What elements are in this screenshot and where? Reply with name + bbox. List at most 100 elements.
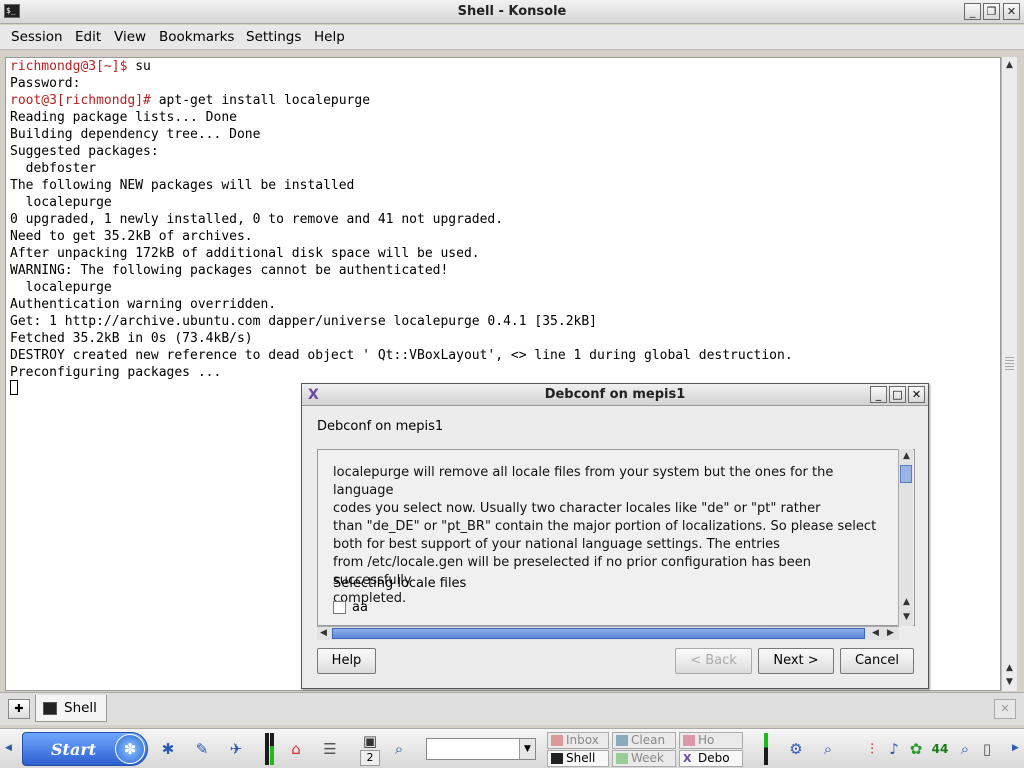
locale-checkbox-label[interactable]: aa bbox=[352, 600, 368, 615]
menu-help[interactable]: Help bbox=[314, 29, 345, 45]
memory-meter bbox=[270, 733, 274, 765]
terminal-line: debfoster bbox=[10, 160, 96, 177]
window-titlebar[interactable]: $_ Shell - Konsole _ ❐ ✕ bbox=[0, 0, 1024, 24]
task-label: Week bbox=[631, 751, 664, 765]
menu-session[interactable]: Session bbox=[11, 29, 63, 45]
scroll-right-icon[interactable]: ▶ bbox=[884, 627, 897, 639]
task-inbox[interactable]: Inbox bbox=[547, 732, 609, 749]
command-combo[interactable]: ▼ bbox=[426, 738, 536, 760]
window-title: Shell - Konsole bbox=[457, 4, 567, 19]
task-clean[interactable]: Clean bbox=[612, 732, 676, 749]
maximize-icon: ❐ bbox=[986, 5, 997, 18]
scrollbar-thumb[interactable] bbox=[332, 628, 865, 639]
scroll-up-icon[interactable]: ▲ bbox=[1002, 58, 1017, 72]
terminal-line: Need to get 35.2kB of archives. bbox=[10, 228, 253, 245]
editor-icon[interactable]: ✎ bbox=[192, 739, 212, 759]
terminal-scrollbar[interactable]: ▲ ▲ ▼ bbox=[1001, 57, 1017, 691]
start-button[interactable]: Start ✽ bbox=[22, 732, 148, 766]
task-label: Inbox bbox=[566, 733, 599, 747]
scrollbar-thumb[interactable] bbox=[900, 465, 912, 483]
description-line: both for best support of your national l… bbox=[333, 537, 780, 552]
task-home[interactable]: Ho bbox=[679, 732, 743, 749]
menu-settings[interactable]: Settings bbox=[246, 29, 301, 45]
window-icon bbox=[616, 735, 628, 746]
next-button[interactable]: Next > bbox=[758, 648, 834, 674]
panel-left-arrow-icon[interactable]: ◀ bbox=[1, 741, 16, 755]
lock-icon[interactable]: ▯ bbox=[977, 739, 997, 759]
update-icon[interactable]: ✿ bbox=[906, 739, 926, 759]
minimize-icon: _ bbox=[875, 388, 882, 401]
close-session-icon[interactable]: ✕ bbox=[994, 699, 1016, 719]
scroll-left-icon[interactable]: ◀ bbox=[317, 627, 330, 639]
signal-icon[interactable]: ⫶ bbox=[862, 739, 882, 759]
description-line: codes you select now. Usually two charac… bbox=[333, 501, 821, 516]
kde-icon[interactable]: ✱ bbox=[158, 739, 178, 759]
help-button[interactable]: Help bbox=[317, 648, 376, 674]
close-icon: ✕ bbox=[911, 388, 922, 401]
menu-view[interactable]: View bbox=[114, 29, 146, 45]
terminal-icon bbox=[43, 702, 57, 715]
scroll-down-icon[interactable]: ▼ bbox=[1002, 675, 1017, 689]
content-horizontal-scrollbar[interactable]: ◀ ◀ ▶ bbox=[317, 626, 899, 640]
minimize-icon: _ bbox=[969, 5, 976, 18]
desktop-number[interactable]: 2 bbox=[360, 750, 380, 766]
terminal-line: root@3[richmondg]# apt-get install local… bbox=[10, 92, 370, 109]
chevron-down-icon[interactable]: ▼ bbox=[519, 739, 535, 759]
back-button[interactable]: < Back bbox=[675, 648, 752, 674]
scroll-left-icon[interactable]: ◀ bbox=[869, 627, 882, 639]
terminal-line: Suggested packages: bbox=[10, 143, 159, 160]
tab-shell[interactable]: Shell bbox=[35, 695, 107, 722]
terminal-text: 0 upgraded, 1 newly installed, 0 to remo… bbox=[10, 212, 504, 227]
tab-label: Shell bbox=[64, 700, 97, 716]
scroll-up-icon[interactable]: ▲ bbox=[899, 595, 914, 609]
home-icon[interactable]: ⌂ bbox=[286, 739, 306, 759]
panel-right-arrow-icon[interactable]: ▶ bbox=[1008, 741, 1023, 755]
cancel-button[interactable]: Cancel bbox=[840, 648, 914, 674]
terminal-line: The following NEW packages will be insta… bbox=[10, 177, 354, 194]
task-week[interactable]: Week bbox=[612, 750, 676, 767]
terminal-text: Need to get 35.2kB of archives. bbox=[10, 229, 253, 244]
search-icon[interactable]: ⌕ bbox=[389, 739, 409, 759]
maximize-button[interactable]: ❐ bbox=[983, 3, 1000, 20]
task-debconf[interactable]: X Debo bbox=[679, 750, 743, 767]
file-manager-icon[interactable]: ☰ bbox=[320, 739, 340, 759]
menu-bookmarks[interactable]: Bookmarks bbox=[159, 29, 234, 45]
terminal-text: Building dependency tree... Done bbox=[10, 127, 261, 142]
network-meter bbox=[764, 733, 768, 765]
volume-icon[interactable]: ♪ bbox=[884, 739, 904, 759]
content-vertical-scrollbar[interactable]: ▲ ▲ ▼ bbox=[898, 449, 913, 626]
desktop-pager-icon[interactable]: ▣ bbox=[360, 731, 380, 751]
network-icon[interactable]: ⚙ bbox=[786, 739, 806, 759]
terminal-text: debfoster bbox=[10, 161, 97, 176]
terminal-text: Get: 1 http://archive.ubuntu.com dapper/… bbox=[10, 314, 597, 329]
terminal-text: Preconfiguring packages ... bbox=[10, 365, 222, 380]
dialog-maximize-button[interactable]: □ bbox=[889, 386, 906, 403]
terminal-line: 0 upgraded, 1 newly installed, 0 to remo… bbox=[10, 211, 503, 228]
network-tool-icon[interactable]: ✈ bbox=[226, 739, 246, 759]
menu-bar: Session Edit View Bookmarks Settings Hel… bbox=[0, 25, 1024, 50]
dialog-titlebar[interactable]: X Debconf on mepis1 _ □ ✕ bbox=[302, 384, 928, 406]
terminal-line: richmondg@3[~]$ su bbox=[10, 58, 151, 75]
scroll-up-icon[interactable]: ▲ bbox=[1002, 661, 1017, 675]
scrollbar-grip[interactable] bbox=[1005, 357, 1014, 371]
close-button[interactable]: ✕ bbox=[1003, 3, 1020, 20]
tray-number[interactable]: 44 bbox=[930, 739, 950, 759]
dialog-content-panel[interactable]: localepurge will remove all locale files… bbox=[317, 449, 915, 626]
dialog-minimize-button[interactable]: _ bbox=[870, 386, 887, 403]
dialog-close-button[interactable]: ✕ bbox=[908, 386, 925, 403]
terminal-line: DESTROY created new reference to dead ob… bbox=[10, 347, 793, 364]
menu-edit[interactable]: Edit bbox=[75, 29, 101, 45]
scroll-up-icon[interactable]: ▲ bbox=[899, 449, 914, 463]
minimize-button[interactable]: _ bbox=[964, 3, 981, 20]
x-logo-icon: X bbox=[683, 752, 692, 765]
locale-checkbox-aa[interactable] bbox=[333, 601, 346, 614]
magnifier-icon[interactable]: ⌕ bbox=[955, 739, 975, 759]
scroll-down-icon[interactable]: ▼ bbox=[899, 610, 914, 624]
shell-prompt: root@3[richmondg]# bbox=[10, 93, 159, 108]
new-session-icon[interactable]: ✚ bbox=[8, 699, 30, 719]
terminal-text: su bbox=[135, 59, 151, 74]
terminal-line: localepurge bbox=[10, 194, 112, 211]
terminal-text: Authentication warning overridden. bbox=[10, 297, 277, 312]
task-shell[interactable]: Shell bbox=[547, 750, 609, 767]
zoom-icon[interactable]: ⌕ bbox=[818, 739, 838, 759]
